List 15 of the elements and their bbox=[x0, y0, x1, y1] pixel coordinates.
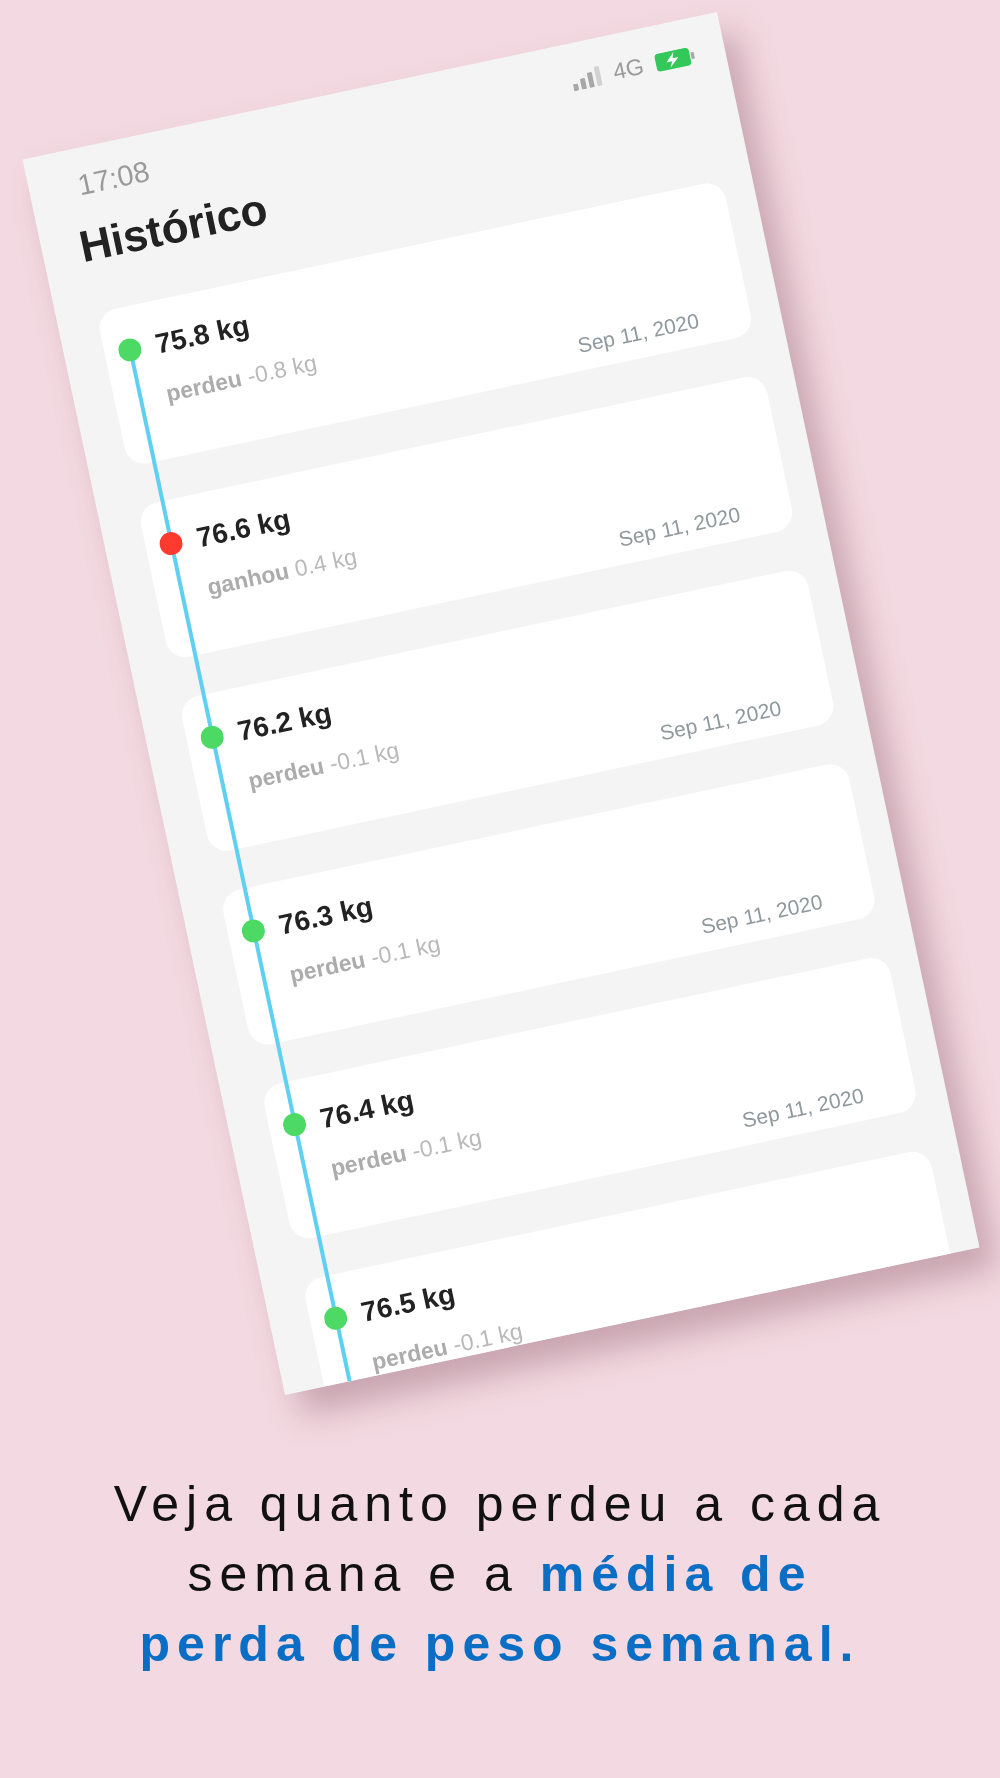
entry-date: Sep 11, 2020 bbox=[657, 695, 784, 746]
weight-value: 75.8 kg bbox=[152, 308, 253, 361]
entry-date: Sep 11, 2020 bbox=[740, 1082, 866, 1134]
network-label: 4G bbox=[611, 54, 647, 86]
status-time: 17:08 bbox=[74, 155, 153, 202]
entry-date: Sep 11, 2020 bbox=[575, 308, 702, 359]
caption-text: Veja quanto perdeu a cada semana e a média de perda de peso semanal. bbox=[112, 1475, 888, 1674]
weight-value: 76.4 kg bbox=[317, 1083, 417, 1136]
weight-value: 76.2 kg bbox=[234, 695, 335, 749]
weight-value: 76.3 kg bbox=[275, 889, 376, 943]
weight-value: 76.5 kg bbox=[358, 1276, 459, 1330]
weight-value: 76.6 kg bbox=[193, 502, 294, 555]
battery-charging-icon bbox=[653, 46, 697, 74]
entry-date: Sep 11, 2020 bbox=[616, 501, 743, 552]
entry-date: Sep 11, 2020 bbox=[698, 889, 825, 940]
